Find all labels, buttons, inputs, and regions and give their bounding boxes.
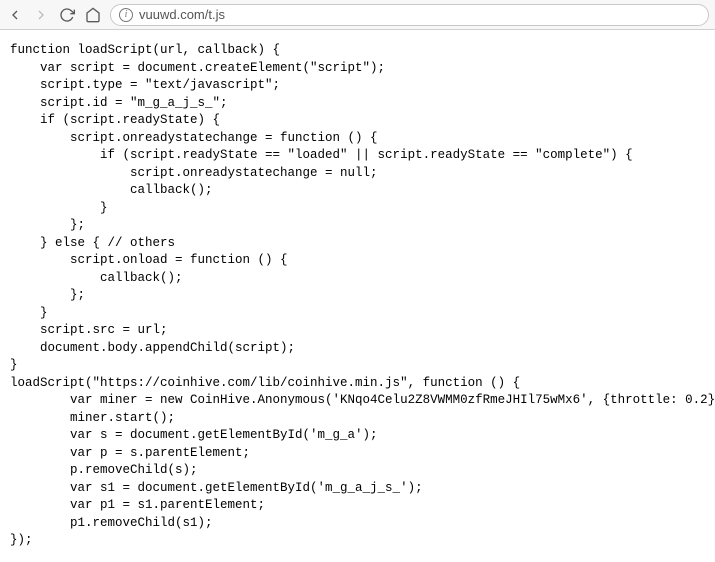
site-info-icon[interactable]: i xyxy=(119,8,133,22)
back-button[interactable] xyxy=(6,6,24,24)
url-text: vuuwd.com/t.js xyxy=(139,7,700,22)
address-bar[interactable]: i vuuwd.com/t.js xyxy=(110,4,709,26)
home-button[interactable] xyxy=(84,6,102,24)
browser-toolbar: i vuuwd.com/t.js xyxy=(0,0,715,30)
page-content-code: function loadScript(url, callback) { var… xyxy=(0,30,715,562)
forward-button[interactable] xyxy=(32,6,50,24)
reload-button[interactable] xyxy=(58,6,76,24)
